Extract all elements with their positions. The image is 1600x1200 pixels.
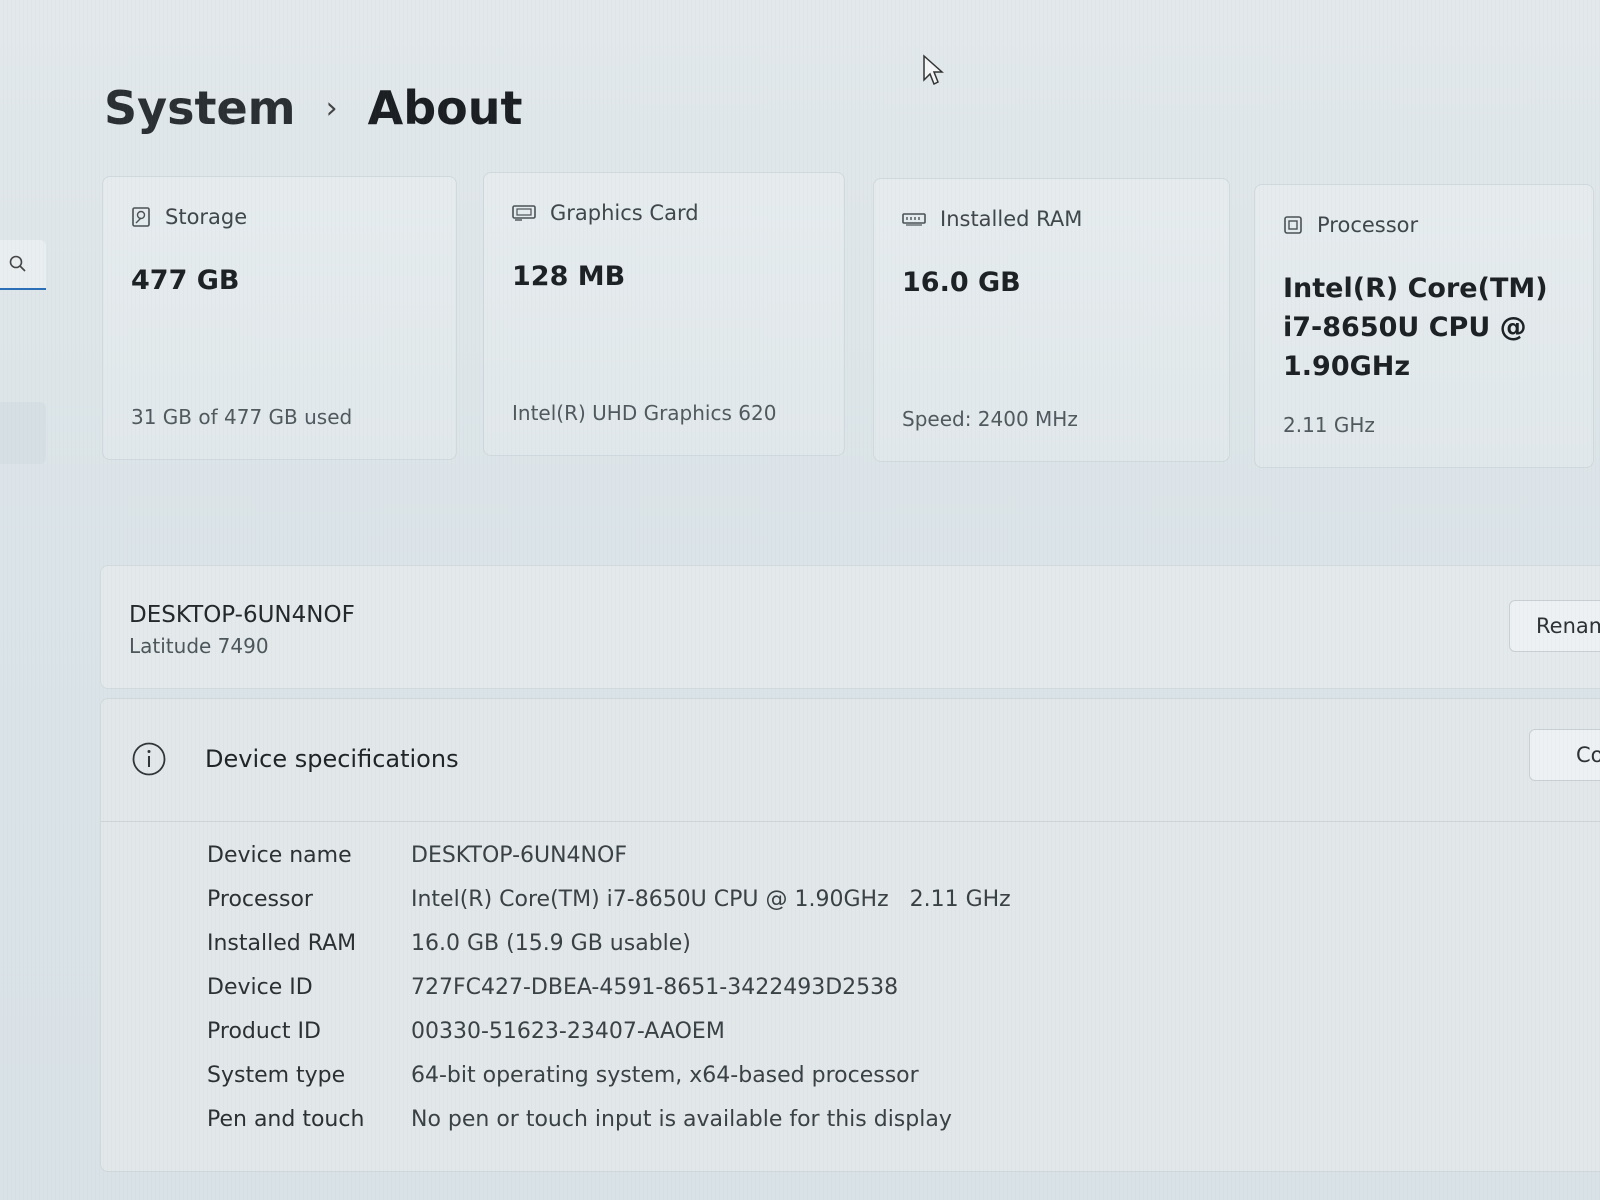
chevron-right-icon: › — [325, 90, 338, 126]
nav-item-selected[interactable] — [0, 402, 46, 464]
spec-row-product-id: Product ID 00330-51623-23407-AAOEM — [207, 1009, 1011, 1053]
device-specifications-section: Device specifications Co Device name DES… — [100, 698, 1600, 1172]
nav-strip — [0, 230, 46, 470]
spec-label: Device ID — [207, 974, 313, 1000]
page-title: About — [367, 81, 523, 135]
nav-search-box[interactable] — [0, 240, 46, 290]
spec-row-system-type: System type 64-bit operating system, x64… — [207, 1053, 1011, 1097]
storage-card-header: Storage — [131, 205, 247, 229]
graphics-card[interactable]: Graphics Card 128 MB Intel(R) UHD Graphi… — [483, 172, 845, 456]
processor-icon — [1283, 215, 1303, 235]
ram-card-title: Installed RAM — [940, 207, 1083, 231]
processor-card[interactable]: Processor Intel(R) Core(TM) i7-8650U CPU… — [1254, 184, 1594, 468]
spec-row-device-name: Device name DESKTOP-6UN4NOF — [207, 833, 1011, 877]
breadcrumb: System › About — [104, 78, 523, 138]
graphics-card-title: Graphics Card — [550, 201, 699, 225]
storage-card-usage: 31 GB of 477 GB used — [131, 405, 353, 429]
spec-row-processor: Processor Intel(R) Core(TM) i7-8650U CPU… — [207, 877, 1011, 921]
device-name-row: DESKTOP-6UN4NOF Latitude 7490 Renam — [100, 565, 1600, 689]
spec-value: 64-bit operating system, x64-based proce… — [411, 1062, 919, 1088]
spec-row-pen-and-touch: Pen and touch No pen or touch input is a… — [207, 1097, 1011, 1141]
device-specifications-title: Device specifications — [205, 745, 459, 773]
spec-label: Processor — [207, 886, 313, 912]
spec-value: Intel(R) Core(TM) i7-8650U CPU @ 1.90GHz… — [411, 886, 1011, 912]
spec-value: 16.0 GB (15.9 GB usable) — [411, 930, 691, 956]
ram-card[interactable]: Installed RAM 16.0 GB Speed: 2400 MHz — [873, 178, 1230, 462]
storage-card[interactable]: Storage 477 GB 31 GB of 477 GB used — [102, 176, 457, 460]
ram-card-value: 16.0 GB — [902, 267, 1021, 298]
graphics-card-icon — [512, 204, 536, 222]
spec-label: Device name — [207, 842, 352, 868]
mouse-pointer-icon — [922, 54, 946, 92]
device-specifications-header[interactable]: Device specifications Co — [101, 699, 1600, 822]
processor-card-value-line: i7-8650U CPU @ — [1283, 312, 1527, 343]
spec-label: Pen and touch — [207, 1106, 365, 1132]
processor-card-speed: 2.11 GHz — [1283, 413, 1375, 437]
search-icon — [8, 254, 28, 278]
spec-value: 727FC427-DBEA-4591-8651-3422493D2538 — [411, 974, 899, 1000]
copy-button[interactable]: Co — [1529, 729, 1600, 781]
spec-row-device-id: Device ID 727FC427-DBEA-4591-8651-342249… — [207, 965, 1011, 1009]
processor-card-header: Processor — [1283, 213, 1418, 237]
ram-card-speed: Speed: 2400 MHz — [902, 407, 1078, 431]
ram-icon — [902, 211, 926, 227]
spec-value: 00330-51623-23407-AAOEM — [411, 1018, 725, 1044]
processor-card-value: Intel(R) Core(TM) i7-8650U CPU @ 1.90GHz — [1283, 269, 1548, 386]
storage-icon — [131, 206, 151, 228]
processor-card-value-line: Intel(R) Core(TM) — [1283, 273, 1548, 304]
graphics-card-header: Graphics Card — [512, 201, 699, 225]
rename-button[interactable]: Renam — [1509, 600, 1600, 652]
spec-value: No pen or touch input is available for t… — [411, 1106, 952, 1132]
ram-card-header: Installed RAM — [902, 207, 1082, 231]
breadcrumb-system[interactable]: System — [104, 81, 296, 135]
storage-card-title: Storage — [165, 205, 248, 229]
info-icon — [131, 741, 167, 781]
spec-value: DESKTOP-6UN4NOF — [411, 842, 627, 868]
spec-label: System type — [207, 1062, 346, 1088]
about-page: System › About Storage 477 GB 31 GB of 4… — [0, 0, 1600, 1200]
spec-label: Product ID — [207, 1018, 321, 1044]
storage-card-value: 477 GB — [131, 265, 240, 296]
spec-label: Installed RAM — [207, 930, 357, 956]
graphics-card-value: 128 MB — [512, 261, 626, 292]
processor-card-title: Processor — [1317, 213, 1419, 237]
device-name: DESKTOP-6UN4NOF — [129, 602, 355, 628]
device-model: Latitude 7490 — [129, 634, 269, 658]
processor-card-value-line: 1.90GHz — [1283, 351, 1411, 382]
spec-row-installed-ram: Installed RAM 16.0 GB (15.9 GB usable) — [207, 921, 1011, 965]
graphics-card-model: Intel(R) UHD Graphics 620 — [512, 401, 777, 425]
specs-table: Device name DESKTOP-6UN4NOF Processor In… — [207, 833, 1011, 1141]
